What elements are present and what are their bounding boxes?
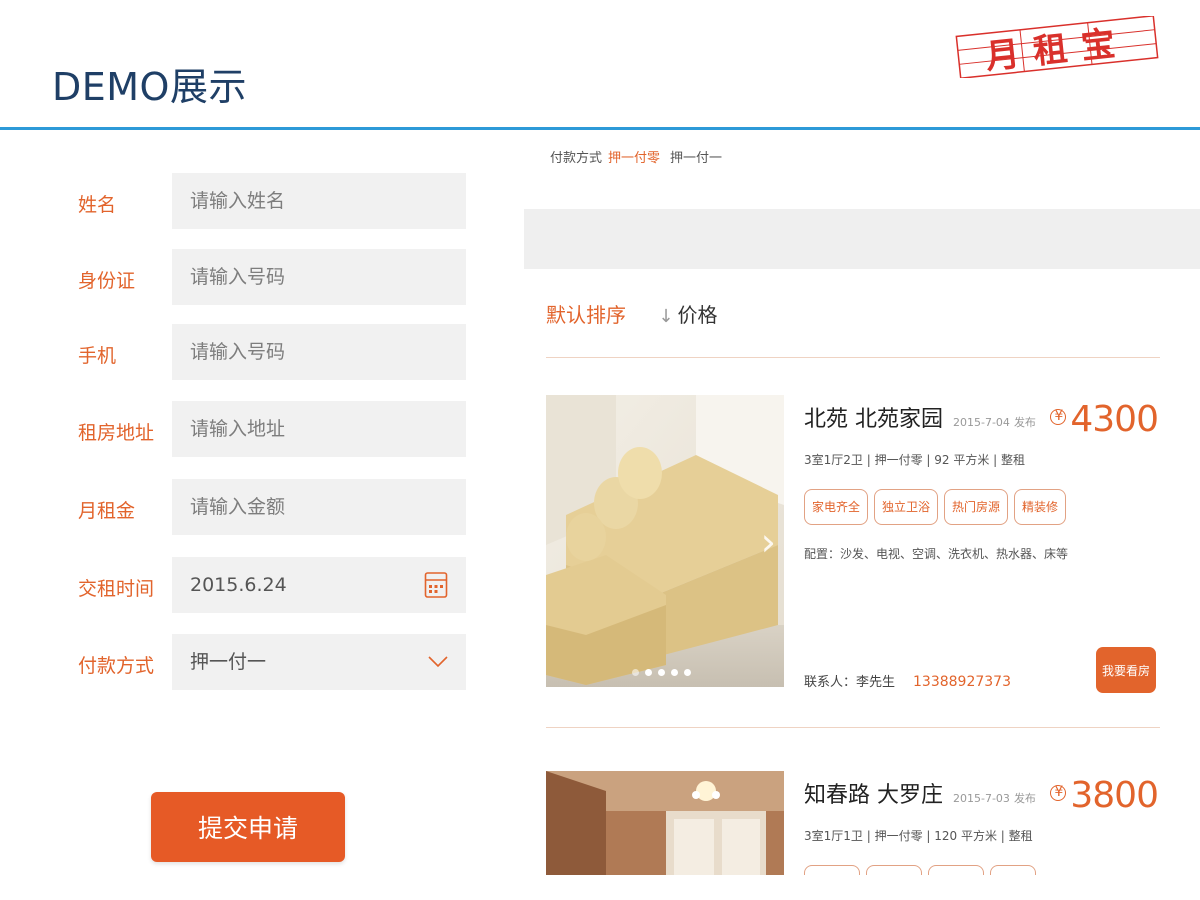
id-card-label: 身份证 <box>78 270 136 292</box>
id-card-input[interactable] <box>172 249 466 305</box>
address-label: 租房地址 <box>78 422 155 444</box>
sort-arrow-icon: ↓ <box>658 306 674 327</box>
sort-price-label: 价格 <box>677 303 718 327</box>
room-image <box>546 771 784 875</box>
listing-title-text: 知春路 大罗庄 <box>804 783 943 808</box>
payment-date-value: 2015.6.24 <box>190 574 287 596</box>
name-input[interactable] <box>172 173 466 229</box>
carousel-dot[interactable] <box>658 669 665 676</box>
carousel-next-icon[interactable]: › <box>761 523 776 561</box>
phone-input[interactable] <box>172 324 466 380</box>
listing-tag <box>804 865 860 875</box>
form-row-rent: 月租金 <box>70 479 470 535</box>
sofa-image <box>546 395 784 687</box>
listing-tag: 独立卫浴 <box>874 489 939 525</box>
listing-price: ¥3800 <box>1050 775 1159 816</box>
carousel-dot[interactable] <box>671 669 678 676</box>
payment-filter-strip: 付款方式 押一付零 押一付一 <box>550 147 722 166</box>
carousel-dots <box>632 661 697 680</box>
listing-price-value: 4300 <box>1070 399 1159 440</box>
sort-divider <box>546 357 1160 358</box>
listing-tag: 精装修 <box>1014 489 1067 525</box>
listing-specs: 3室1厅1卫 | 押一付零 | 120 平方米 | 整租 <box>804 829 1033 843</box>
yuan-icon: ¥ <box>1050 785 1067 801</box>
carousel-dot[interactable] <box>645 669 652 676</box>
listing-panel: 付款方式 押一付零 押一付一 默认排序 ↓ 价格 › 北苑 北苑家园 2015-… <box>524 135 1200 875</box>
listing-tag: 家电齐全 <box>804 489 869 525</box>
contact-name: 联系人：李先生 <box>804 675 896 690</box>
listing-tag <box>866 865 922 875</box>
listing-specs: 3室1厅2卫 | 押一付零 | 92 平方米 | 整租 <box>804 453 1026 467</box>
listing-date: 2015-7-04 <box>953 416 1010 429</box>
rent-input[interactable] <box>172 479 466 535</box>
listing-contact: 联系人：李先生 13388927373 <box>804 671 1011 690</box>
payment-date-label: 交租时间 <box>78 578 155 600</box>
form-row-payment-date: 交租时间 2015.6.24 <box>70 557 470 613</box>
listing-photo-room[interactable] <box>546 771 784 875</box>
form-row-payment-method: 付款方式 押一付一 <box>70 634 470 690</box>
payment-method-label: 付款方式 <box>78 655 155 677</box>
listing-amenities: 配置：沙发、电视、空调、洗衣机、热水器、床等 <box>804 547 1069 561</box>
sort-price-tab[interactable]: ↓ 价格 <box>658 303 717 327</box>
phone-label: 手机 <box>78 345 117 367</box>
payment-method-select[interactable]: 押一付一 <box>172 634 466 690</box>
listing-card[interactable]: › 北苑 北苑家园 2015-7-04 发布 ¥4300 3室1厅2卫 | 押一付零… <box>546 395 1160 695</box>
calendar-icon[interactable] <box>424 571 448 599</box>
listing-publish-label: 发布 <box>1013 792 1036 805</box>
sort-default-tab[interactable]: 默认排序 <box>546 303 626 327</box>
filter-option-active[interactable]: 押一付零 <box>608 151 660 166</box>
carousel-dot[interactable] <box>632 669 639 676</box>
listing-date: 2015-7-03 <box>953 792 1010 805</box>
name-label: 姓名 <box>78 194 117 216</box>
form-row-phone: 手机 <box>70 324 470 380</box>
listing-photo-sofa[interactable]: › <box>546 395 784 687</box>
listing-divider <box>546 727 1160 728</box>
rent-label: 月租金 <box>78 500 136 522</box>
brand-logo: 月租宝 <box>955 16 1159 78</box>
listing-title-text: 北苑 北苑家园 <box>804 407 943 432</box>
request-viewing-button[interactable]: 我要看房 <box>1096 647 1156 693</box>
listing-card[interactable]: 知春路 大罗庄 2015-7-03 发布 ¥3800 3室1厅1卫 | 押一付零 |… <box>546 771 1160 875</box>
chevron-down-icon <box>428 656 448 668</box>
sort-bar: 默认排序 ↓ 价格 <box>546 299 717 328</box>
payment-method-value: 押一付一 <box>190 651 267 673</box>
listing-tags <box>804 865 1042 875</box>
listing-tag <box>928 865 984 875</box>
listing-publish-label: 发布 <box>1013 416 1036 429</box>
section-separator <box>524 209 1200 269</box>
slide-title: DEMO展示 <box>52 65 247 109</box>
form-row-name: 姓名 <box>70 173 470 229</box>
listing-price-value: 3800 <box>1070 775 1159 816</box>
payment-date-field[interactable]: 2015.6.24 <box>172 557 466 613</box>
listing-tag <box>990 865 1036 875</box>
title-divider <box>0 127 1200 130</box>
address-input[interactable] <box>172 401 466 457</box>
listing-title[interactable]: 北苑 北苑家园 2015-7-04 发布 <box>804 401 1036 433</box>
listing-tags: 家电齐全 独立卫浴 热门房源 精装修 <box>804 489 1072 525</box>
form-row-id-card: 身份证 <box>70 249 470 305</box>
filter-label: 付款方式 <box>550 151 603 166</box>
contact-phone[interactable]: 13388927373 <box>913 674 1011 690</box>
listing-tag: 热门房源 <box>944 489 1009 525</box>
carousel-dot[interactable] <box>684 669 691 676</box>
form-row-address: 租房地址 <box>70 401 470 457</box>
listing-title[interactable]: 知春路 大罗庄 2015-7-03 发布 <box>804 777 1036 809</box>
filter-option[interactable]: 押一付一 <box>670 151 722 166</box>
yuan-icon: ¥ <box>1050 409 1067 425</box>
submit-application-button[interactable]: 提交申请 <box>151 792 345 862</box>
listing-price: ¥4300 <box>1050 399 1159 440</box>
